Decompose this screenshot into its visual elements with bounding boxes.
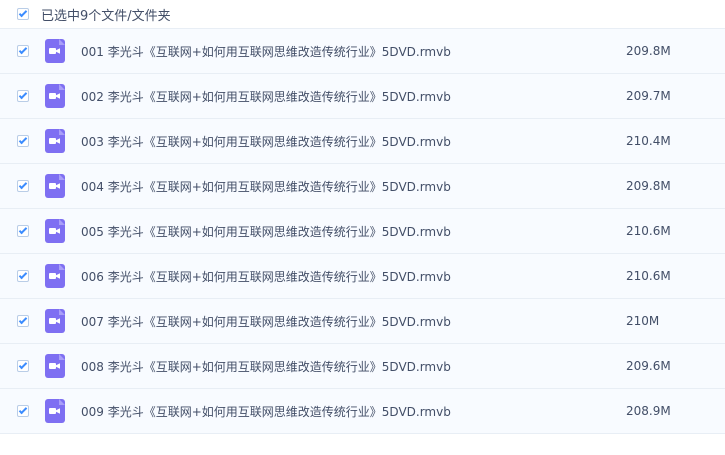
selection-bar: 已选中9个文件/文件夹 xyxy=(0,0,725,29)
file-size: 210.6M xyxy=(626,224,671,238)
video-file-icon xyxy=(45,309,65,333)
file-checkbox[interactable] xyxy=(17,135,29,147)
file-row[interactable]: 007 李光斗《互联网+如何用互联网思维改造传统行业》5DVD.rmvb 210… xyxy=(0,299,725,344)
file-row[interactable]: 002 李光斗《互联网+如何用互联网思维改造传统行业》5DVD.rmvb 209… xyxy=(0,74,725,119)
select-all-checkbox[interactable] xyxy=(17,8,29,20)
file-name[interactable]: 005 李光斗《互联网+如何用互联网思维改造传统行业》5DVD.rmvb xyxy=(81,223,551,240)
file-size: 209.8M xyxy=(626,44,671,58)
file-checkbox[interactable] xyxy=(17,180,29,192)
video-file-icon xyxy=(45,399,65,423)
video-file-icon xyxy=(45,354,65,378)
file-size: 210.4M xyxy=(626,134,671,148)
file-row[interactable]: 006 李光斗《互联网+如何用互联网思维改造传统行业》5DVD.rmvb 210… xyxy=(0,254,725,299)
file-size: 210.6M xyxy=(626,269,671,283)
file-checkbox[interactable] xyxy=(17,225,29,237)
video-file-icon xyxy=(45,174,65,198)
file-name[interactable]: 004 李光斗《互联网+如何用互联网思维改造传统行业》5DVD.rmvb xyxy=(81,178,551,195)
file-checkbox[interactable] xyxy=(17,315,29,327)
file-checkbox[interactable] xyxy=(17,405,29,417)
file-size: 209.6M xyxy=(626,359,671,373)
file-name[interactable]: 003 李光斗《互联网+如何用互联网思维改造传统行业》5DVD.rmvb xyxy=(81,133,551,150)
file-row[interactable]: 009 李光斗《互联网+如何用互联网思维改造传统行业》5DVD.rmvb 208… xyxy=(0,389,725,434)
video-file-icon xyxy=(45,84,65,108)
video-file-icon xyxy=(45,264,65,288)
video-file-icon xyxy=(45,39,65,63)
file-row[interactable]: 005 李光斗《互联网+如何用互联网思维改造传统行业》5DVD.rmvb 210… xyxy=(0,209,725,254)
file-row[interactable]: 003 李光斗《互联网+如何用互联网思维改造传统行业》5DVD.rmvb 210… xyxy=(0,119,725,164)
file-size: 210M xyxy=(626,314,660,328)
file-row[interactable]: 004 李光斗《互联网+如何用互联网思维改造传统行业》5DVD.rmvb 209… xyxy=(0,164,725,209)
file-checkbox[interactable] xyxy=(17,360,29,372)
video-file-icon xyxy=(45,219,65,243)
file-row[interactable]: 001 李光斗《互联网+如何用互联网思维改造传统行业》5DVD.rmvb 209… xyxy=(0,29,725,74)
file-size: 209.8M xyxy=(626,179,671,193)
file-name[interactable]: 008 李光斗《互联网+如何用互联网思维改造传统行业》5DVD.rmvb xyxy=(81,358,551,375)
file-list-panel: 已选中9个文件/文件夹 001 李光斗《互联网+如何用互联网思维改造传统行业》5… xyxy=(0,0,725,455)
file-name[interactable]: 009 李光斗《互联网+如何用互联网思维改造传统行业》5DVD.rmvb xyxy=(81,403,551,420)
file-row[interactable]: 008 李光斗《互联网+如何用互联网思维改造传统行业》5DVD.rmvb 209… xyxy=(0,344,725,389)
selection-count-text: 已选中9个文件/文件夹 xyxy=(41,8,171,24)
file-size: 208.9M xyxy=(626,404,671,418)
file-name[interactable]: 001 李光斗《互联网+如何用互联网思维改造传统行业》5DVD.rmvb xyxy=(81,43,551,60)
file-checkbox[interactable] xyxy=(17,45,29,57)
file-checkbox[interactable] xyxy=(17,270,29,282)
file-name[interactable]: 006 李光斗《互联网+如何用互联网思维改造传统行业》5DVD.rmvb xyxy=(81,268,551,285)
file-checkbox[interactable] xyxy=(17,90,29,102)
file-name[interactable]: 007 李光斗《互联网+如何用互联网思维改造传统行业》5DVD.rmvb xyxy=(81,313,551,330)
file-size: 209.7M xyxy=(626,89,671,103)
file-name[interactable]: 002 李光斗《互联网+如何用互联网思维改造传统行业》5DVD.rmvb xyxy=(81,88,551,105)
video-file-icon xyxy=(45,129,65,153)
